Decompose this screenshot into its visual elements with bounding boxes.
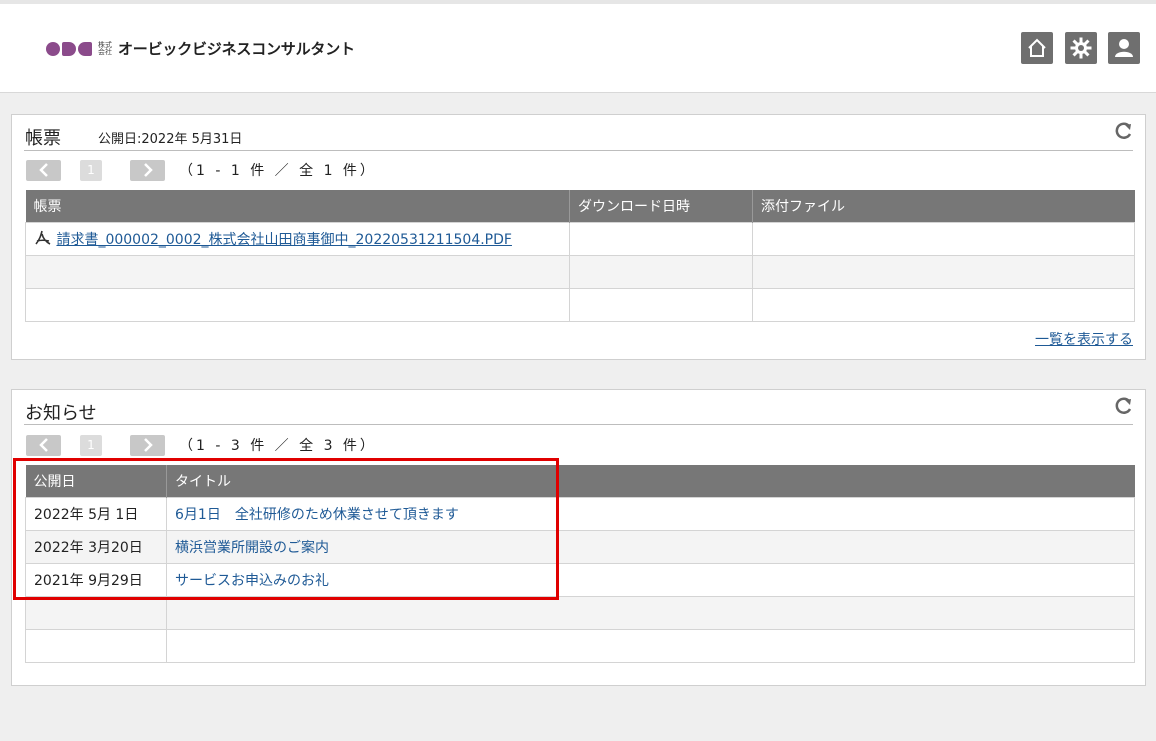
- table-row: [25, 288, 1135, 322]
- settings-button[interactable]: [1065, 32, 1097, 64]
- chevron-left-icon: [38, 163, 48, 177]
- column-header: 帳票: [25, 190, 570, 223]
- page-number[interactable]: 1: [80, 159, 102, 181]
- prev-page-button[interactable]: [26, 159, 61, 181]
- logo-kaisha-label: 株式会社: [98, 40, 112, 56]
- file-cell: 請求書_000002_0002_株式会社山田商事御中_2022053121150…: [25, 222, 570, 256]
- chevron-left-icon: [38, 438, 48, 452]
- column-header: タイトル: [166, 465, 1135, 498]
- gear-icon: [1070, 37, 1092, 59]
- obc-logo-mark: [46, 41, 92, 56]
- invoice-table: 帳票 ダウンロード日時 添付ファイル 請求書_000002_0002_株式会社山…: [25, 190, 1135, 322]
- notice-link[interactable]: 横浜営業所開設のご案内: [175, 540, 329, 556]
- table-header-row: 公開日 タイトル: [25, 465, 1135, 498]
- divider: [24, 424, 1133, 425]
- user-icon: [1115, 39, 1133, 57]
- title-cell: サービスお申込みのお礼: [166, 563, 1135, 597]
- refresh-icon[interactable]: [1112, 120, 1134, 142]
- refresh-icon[interactable]: [1112, 395, 1134, 417]
- notices-title: お知らせ: [25, 403, 97, 424]
- notice-link[interactable]: 6月1日 全社研修のため休業させて頂きます: [175, 507, 459, 523]
- column-header: 公開日: [25, 465, 167, 498]
- home-icon: [1028, 38, 1046, 57]
- column-header: ダウンロード日時: [569, 190, 753, 223]
- chevron-right-icon: [143, 163, 153, 177]
- next-page-button[interactable]: [130, 159, 165, 181]
- invoices-title: 帳票: [25, 128, 61, 149]
- table-row: 2022年 3月20日 横浜営業所開設のご案内: [25, 530, 1135, 564]
- table-row: [25, 596, 1135, 630]
- pdf-icon: [35, 230, 51, 245]
- page-number[interactable]: 1: [80, 434, 102, 456]
- table-row: [25, 629, 1135, 663]
- download-date-cell: [569, 222, 753, 256]
- notices-panel: お知らせ 1 （1 - 3 件 ／ 全 3 件） 公開日 タイトル 2022年 …: [11, 389, 1146, 686]
- date-cell: 2021年 9月29日: [25, 563, 167, 597]
- column-header: 添付ファイル: [752, 190, 1135, 223]
- table-row: 請求書_000002_0002_株式会社山田商事御中_2022053121150…: [25, 222, 1135, 256]
- show-all-link[interactable]: 一覧を表示する: [1035, 329, 1133, 349]
- published-date: 公開日:2022年 5月31日: [98, 132, 243, 147]
- date-cell: 2022年 5月 1日: [25, 497, 167, 531]
- invoice-file-link[interactable]: 請求書_000002_0002_株式会社山田商事御中_2022053121150…: [56, 232, 512, 248]
- notice-table: 公開日 タイトル 2022年 5月 1日 6月1日 全社研修のため休業させて頂き…: [25, 465, 1135, 663]
- divider: [24, 150, 1133, 151]
- prev-page-button[interactable]: [26, 434, 61, 456]
- table-row: [25, 255, 1135, 289]
- date-cell: 2022年 3月20日: [25, 530, 167, 564]
- title-cell: 6月1日 全社研修のため休業させて頂きます: [166, 497, 1135, 531]
- notice-link[interactable]: サービスお申込みのお礼: [175, 573, 329, 589]
- attachment-cell: [752, 222, 1135, 256]
- table-row: 2021年 9月29日 サービスお申込みのお礼: [25, 563, 1135, 597]
- home-button[interactable]: [1021, 32, 1053, 64]
- pagination: 1 （1 - 1 件 ／ 全 1 件）: [26, 159, 377, 181]
- title-cell: 横浜営業所開設のご案内: [166, 530, 1135, 564]
- invoices-panel: 帳票 公開日:2022年 5月31日 1 （1 - 1 件 ／ 全 1 件） 帳…: [11, 114, 1146, 360]
- pagination: 1 （1 - 3 件 ／ 全 3 件）: [26, 434, 377, 456]
- company-logo: 株式会社 オービックビジネスコンサルタント: [46, 38, 355, 59]
- record-count: （1 - 1 件 ／ 全 1 件）: [179, 163, 377, 179]
- next-page-button[interactable]: [130, 434, 165, 456]
- table-row: 2022年 5月 1日 6月1日 全社研修のため休業させて頂きます: [25, 497, 1135, 531]
- record-count: （1 - 3 件 ／ 全 3 件）: [179, 438, 377, 454]
- chevron-right-icon: [143, 438, 153, 452]
- user-button[interactable]: [1108, 32, 1140, 64]
- app-header: 株式会社 オービックビジネスコンサルタント: [0, 4, 1156, 93]
- table-header-row: 帳票 ダウンロード日時 添付ファイル: [25, 190, 1135, 223]
- company-name: オービックビジネスコンサルタント: [118, 40, 355, 58]
